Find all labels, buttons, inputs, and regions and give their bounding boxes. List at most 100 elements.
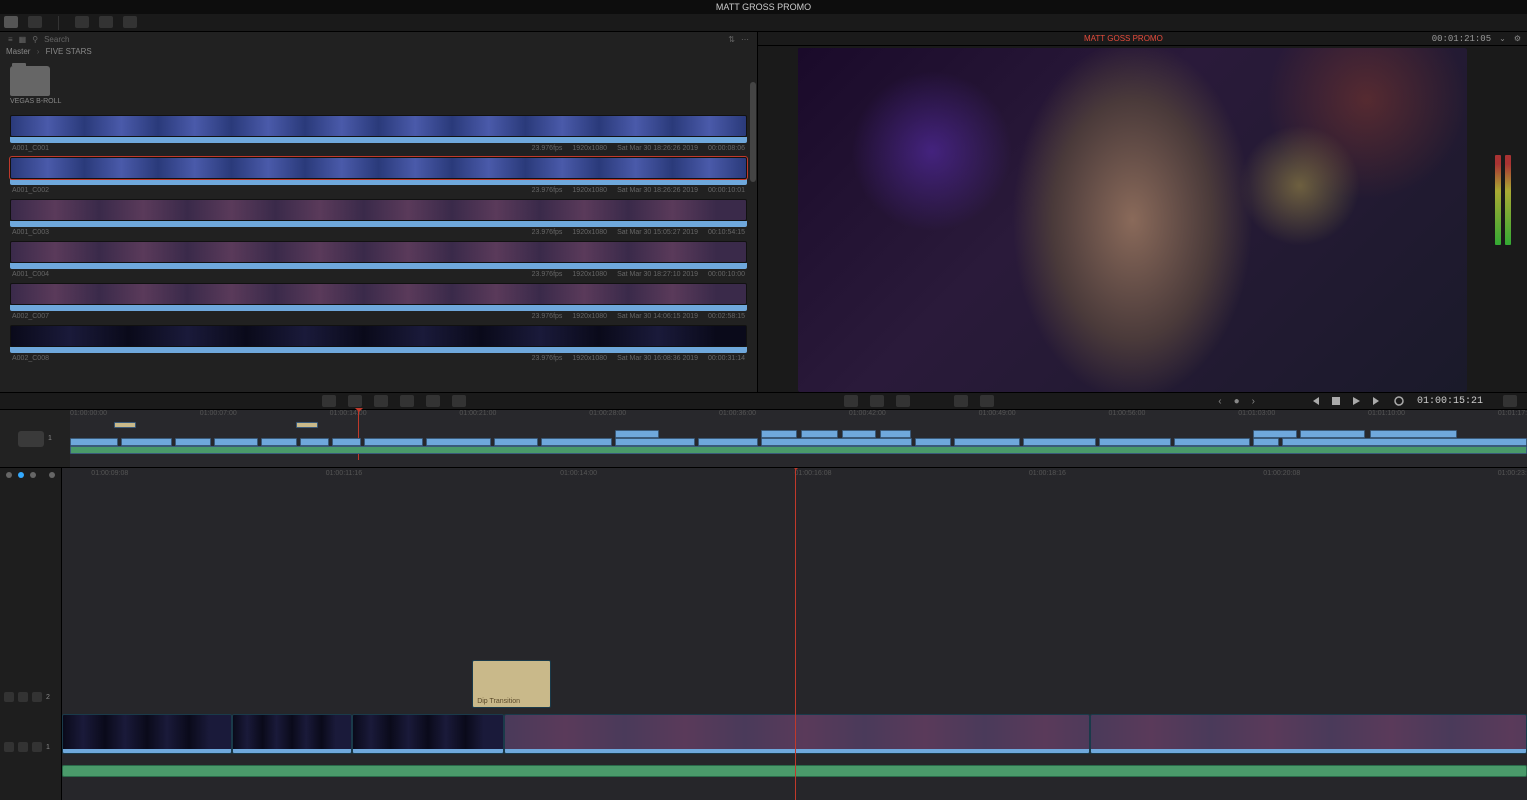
overview-clip[interactable] — [175, 438, 211, 446]
play-icon[interactable] — [1351, 395, 1361, 407]
overview-clip[interactable] — [1300, 430, 1366, 438]
tool-blade[interactable] — [18, 472, 24, 478]
mute-icon[interactable] — [18, 742, 28, 752]
speed-icon[interactable] — [870, 395, 884, 407]
view-list-icon[interactable]: ≡ — [8, 35, 13, 44]
tool-trim[interactable] — [30, 472, 36, 478]
overview-clip[interactable] — [761, 430, 797, 438]
media-clip[interactable]: A002_C00723.976fps1920x1080Sat Mar 30 14… — [10, 283, 747, 323]
media-clip[interactable]: A001_C00123.976fps1920x1080Sat Mar 30 18… — [10, 115, 747, 155]
last-frame-icon[interactable] — [1371, 395, 1383, 407]
overview-clip[interactable] — [541, 438, 612, 446]
overview-clip[interactable] — [121, 438, 172, 446]
timeline-clip[interactable] — [1090, 714, 1527, 754]
settings-icon[interactable]: ⚙ — [1514, 34, 1521, 43]
overview-clip[interactable] — [880, 430, 911, 438]
expand-icon[interactable] — [1503, 395, 1517, 407]
timeline-title-clip[interactable]: Dip Transition — [472, 660, 551, 708]
ripple-overwrite-icon[interactable] — [374, 395, 388, 407]
transitions-icon[interactable] — [75, 16, 89, 28]
close-up-icon[interactable] — [400, 395, 414, 407]
clip-filmstrip[interactable] — [10, 115, 747, 137]
search-icon[interactable]: ⚲ — [32, 35, 38, 44]
smart-insert-icon[interactable] — [322, 395, 336, 407]
overview-clip[interactable] — [426, 438, 492, 446]
view-thumb-icon[interactable]: ▦ — [19, 35, 27, 44]
stop-button-icon[interactable] — [1331, 395, 1341, 407]
prev-edit-icon[interactable]: ‹ — [1218, 396, 1221, 407]
clip-filmstrip[interactable] — [10, 199, 747, 221]
enable-icon[interactable] — [32, 742, 42, 752]
enable-icon[interactable] — [32, 692, 42, 702]
lock-icon[interactable] — [4, 742, 14, 752]
media-clip[interactable]: A001_C00323.976fps1920x1080Sat Mar 30 15… — [10, 199, 747, 239]
tools-icon[interactable] — [844, 395, 858, 407]
more-icon[interactable]: ⋯ — [741, 35, 749, 44]
folder-tile[interactable] — [10, 66, 50, 96]
search-label[interactable]: Search — [44, 35, 69, 44]
overview-tracks[interactable]: 01:00:00:0001:00:07:0001:00:14:0001:00:2… — [70, 410, 1527, 467]
source-overwrite-icon[interactable] — [452, 395, 466, 407]
overview-clip[interactable] — [1370, 430, 1457, 438]
timeline-clip[interactable] — [62, 714, 232, 754]
tool-more[interactable] — [49, 472, 55, 478]
timeline-clip[interactable] — [232, 714, 352, 754]
timeline-playhead[interactable] — [795, 468, 796, 800]
clip-filmstrip[interactable] — [10, 283, 747, 305]
place-on-top-icon[interactable] — [426, 395, 440, 407]
snapping-icon[interactable] — [954, 395, 968, 407]
overview-clip[interactable] — [915, 438, 951, 446]
timeline-clip[interactable] — [352, 714, 504, 754]
titles-icon[interactable] — [99, 16, 113, 28]
media-clip[interactable]: A002_C00823.976fps1920x1080Sat Mar 30 16… — [10, 325, 747, 365]
overview-clip[interactable] — [1253, 430, 1297, 438]
scrollbar-vertical[interactable] — [750, 82, 756, 182]
overview-clip[interactable] — [296, 422, 318, 428]
overview-clip[interactable] — [1099, 438, 1172, 446]
overview-clip[interactable] — [954, 438, 1020, 446]
track-sync-toggle[interactable] — [18, 431, 44, 447]
overview-clip[interactable] — [261, 438, 297, 446]
overview-clip[interactable] — [1174, 438, 1250, 446]
overview-clip[interactable] — [1253, 438, 1279, 446]
overview-clip[interactable] — [842, 430, 876, 438]
marker-icon[interactable] — [896, 395, 910, 407]
overview-clip[interactable] — [494, 438, 538, 446]
clip-filmstrip[interactable] — [10, 325, 747, 347]
overview-clip-audio[interactable] — [70, 446, 1527, 454]
mute-icon[interactable] — [18, 692, 28, 702]
overview-clip[interactable] — [214, 438, 258, 446]
loop-icon[interactable] — [1393, 395, 1405, 407]
breadcrumb-root[interactable]: Master — [6, 47, 30, 56]
overview-clip[interactable] — [801, 430, 837, 438]
sync-bin-icon[interactable] — [28, 16, 42, 28]
next-edit-icon[interactable]: › — [1252, 396, 1255, 407]
append-icon[interactable] — [348, 395, 362, 407]
overview-clip[interactable] — [615, 430, 659, 438]
overview-clip[interactable] — [1282, 438, 1527, 446]
overview-clip[interactable] — [698, 438, 758, 446]
media-clip[interactable]: A001_C00423.976fps1920x1080Sat Mar 30 18… — [10, 241, 747, 281]
timeline-clip[interactable] — [504, 714, 1090, 754]
sort-icon[interactable]: ⇅ — [728, 35, 735, 44]
breadcrumb-current[interactable]: FIVE STARS — [46, 47, 92, 56]
media-clip[interactable]: A001_C00223.976fps1920x1080Sat Mar 30 18… — [10, 157, 747, 197]
stop-icon[interactable]: ● — [1234, 396, 1240, 407]
timeline-body[interactable]: 01:00:09:0801:00:11:1601:00:14:0001:00:1… — [62, 468, 1527, 800]
link-icon[interactable] — [980, 395, 994, 407]
overview-clip[interactable] — [70, 438, 118, 446]
dropdown-icon[interactable]: ⌄ — [1499, 34, 1506, 43]
overview-ruler[interactable]: 01:00:00:0001:00:07:0001:00:14:0001:00:2… — [70, 410, 1527, 420]
clip-filmstrip[interactable] — [10, 157, 747, 179]
overview-clip[interactable] — [114, 422, 136, 428]
overview-clip[interactable] — [300, 438, 329, 446]
media-pool-icon[interactable] — [4, 16, 18, 28]
overview-clip[interactable] — [615, 438, 695, 446]
overview-clip[interactable] — [761, 438, 913, 446]
lock-icon[interactable] — [4, 692, 14, 702]
overview-clip[interactable] — [364, 438, 422, 446]
first-frame-icon[interactable] — [1309, 395, 1321, 407]
clip-filmstrip[interactable] — [10, 241, 747, 263]
viewer[interactable] — [798, 48, 1467, 392]
tool-arrow[interactable] — [6, 472, 12, 478]
